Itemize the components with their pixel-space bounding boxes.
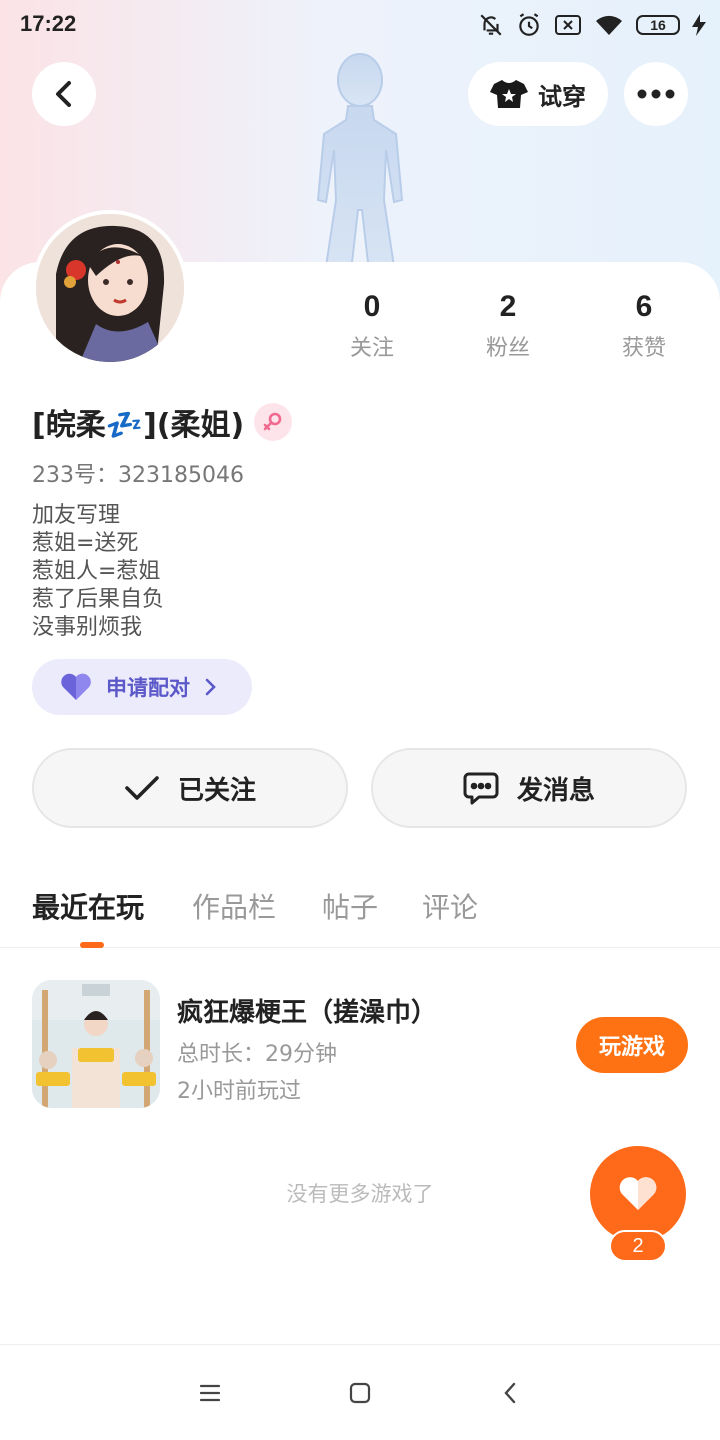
stat-followers-count: 2: [499, 290, 517, 323]
request-match-label: 申请配对: [106, 676, 190, 700]
heart-icon: [619, 1177, 657, 1210]
user-id: 233号：323185046: [32, 463, 244, 488]
heart-icon: [61, 673, 91, 700]
chevron-right-icon: [205, 678, 216, 696]
stat-likes[interactable]: 6 获赞: [584, 290, 704, 362]
alarm-icon: [519, 13, 539, 36]
female-gender-icon: [254, 403, 293, 441]
charging-icon: [692, 14, 706, 36]
wifi-icon: [596, 15, 622, 35]
game-last-played: 2小时前玩过: [177, 1079, 301, 1104]
system-navigation-bar: [0, 1344, 720, 1440]
game-total-duration: 总时长：29分钟: [177, 1042, 337, 1067]
bio-line: 惹姐=送死: [32, 531, 139, 556]
home-button[interactable]: [340, 1375, 380, 1411]
bell-muted-icon: [480, 14, 502, 36]
like-button[interactable]: [590, 1146, 686, 1242]
stat-followers-label: 粉丝: [485, 336, 530, 361]
stat-followers[interactable]: 2 粉丝: [448, 290, 568, 362]
game-list-item[interactable]: 疯狂爆梗王（搓澡巾） 总时长：29分钟 2小时前玩过 玩游戏: [0, 980, 720, 1110]
checkmark-icon: [125, 776, 159, 800]
profile-tabs: 最近在玩 作品栏 帖子 评论: [0, 880, 720, 948]
sim-off-icon: [555, 15, 581, 35]
try-on-button[interactable]: 试穿: [468, 62, 608, 126]
tab-posts[interactable]: 帖子: [322, 886, 378, 926]
stat-following[interactable]: 0 关注: [312, 290, 432, 362]
profile-stats: 0 关注 2 粉丝 6 获赞: [300, 290, 720, 370]
tab-works[interactable]: 作品栏: [192, 886, 276, 926]
stat-following-label: 关注: [349, 336, 394, 361]
request-match-button[interactable]: 申请配对: [32, 659, 252, 715]
more-options-button[interactable]: [624, 62, 688, 126]
play-game-button[interactable]: 玩游戏: [576, 1017, 688, 1073]
tab-recently-played[interactable]: 最近在玩: [32, 886, 144, 926]
status-time: 17:22: [20, 11, 77, 36]
status-icons: 16: [478, 10, 706, 40]
try-on-label: 试穿: [538, 82, 586, 111]
home-square-icon: [349, 1382, 371, 1404]
back-button[interactable]: [32, 62, 96, 126]
recent-apps-button[interactable]: [190, 1375, 230, 1411]
following-button[interactable]: 已关注: [32, 748, 348, 828]
back-arrow-icon: [504, 1382, 516, 1404]
bio-line: 没事别烦我: [32, 615, 143, 640]
avatar[interactable]: [32, 210, 188, 366]
tab-comments[interactable]: 评论: [422, 886, 478, 926]
like-count-badge: 2: [609, 1230, 667, 1262]
chevron-left-icon: [56, 81, 71, 107]
username-row: [皖柔💤](柔姐): [32, 400, 293, 444]
send-message-button[interactable]: 发消息: [371, 748, 687, 828]
chat-bubble-icon: [463, 772, 499, 805]
avatar-illustration: [36, 214, 184, 362]
battery-icon: 16: [636, 15, 680, 35]
bio: 加友写理 惹姐=送死 惹姐人=惹姐 惹了后果自负 没事别烦我: [32, 502, 164, 642]
username: [皖柔💤](柔姐): [32, 408, 245, 443]
system-back-button[interactable]: [490, 1375, 530, 1411]
game-title: 疯狂爆梗王（搓澡巾）: [177, 998, 438, 1028]
bio-line: 惹姐人=惹姐: [32, 559, 161, 584]
tshirt-icon: [490, 80, 528, 108]
avatar-3d-figure: [316, 53, 404, 280]
bio-line: 惹了后果自负: [32, 587, 165, 612]
bio-line: 加友写理: [32, 503, 121, 528]
following-label: 已关注: [177, 775, 256, 806]
stat-likes-count: 6: [635, 290, 653, 323]
menu-lines-icon: [199, 1384, 221, 1402]
game-thumbnail[interactable]: [32, 980, 160, 1108]
stat-likes-label: 获赞: [621, 336, 666, 361]
game-thumbnail-art: [32, 980, 160, 1108]
stat-following-count: 0: [363, 290, 381, 323]
battery-level: 16: [650, 17, 666, 33]
more-dots-icon: [637, 89, 675, 99]
active-tab-indicator: [80, 942, 104, 948]
send-message-label: 发消息: [516, 775, 595, 806]
status-bar: 17:22 16: [0, 0, 720, 50]
